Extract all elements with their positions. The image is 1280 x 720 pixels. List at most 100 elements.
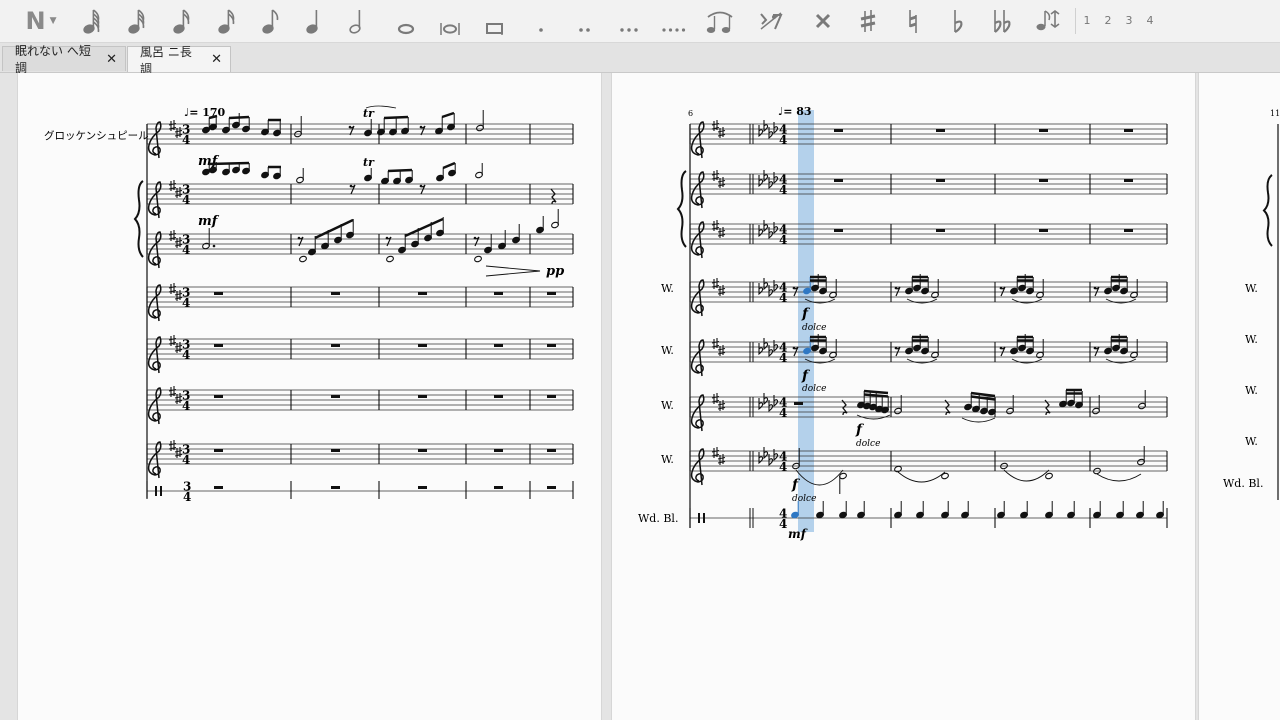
eighth-rest (894, 346, 898, 350)
measure-rest (936, 229, 945, 232)
measure-rest (1039, 229, 1048, 232)
measure-rest (547, 395, 556, 398)
time-signature: 4 (779, 460, 787, 474)
instrument-name: W. (661, 453, 674, 466)
dynamic-pp: pp (546, 264, 564, 279)
eighth-rest (349, 184, 353, 188)
measure-rest (936, 179, 945, 182)
time-signature: 4 (182, 193, 190, 207)
eighth-rest (999, 346, 1003, 350)
time-signature: 4 (182, 453, 190, 467)
time-signature: 4 (779, 406, 787, 420)
measure-rest (331, 486, 340, 489)
instrument-name: W. (1245, 282, 1258, 295)
beam (228, 115, 250, 120)
note-head (386, 255, 394, 263)
eighth-rest (385, 236, 389, 240)
beam (208, 161, 250, 166)
measure-rest (936, 129, 945, 132)
eighth-rest (792, 286, 796, 290)
measure-rest (834, 129, 843, 132)
instrument-name: W. (1245, 333, 1258, 346)
measure-rest (547, 449, 556, 452)
note-head (1045, 472, 1053, 480)
measure-number: 6 (688, 109, 693, 118)
measure-rest (214, 292, 223, 295)
instrument-name: W. (661, 282, 674, 295)
treble-clef-icon (147, 284, 162, 322)
measure-rest (418, 395, 427, 398)
expression-dolce: dolce (792, 494, 816, 504)
eighth-rest (999, 286, 1003, 290)
measure-rest (834, 179, 843, 182)
measure-rest (1039, 179, 1048, 182)
eighth-rest (1093, 286, 1097, 290)
time-signature: 4 (182, 243, 190, 257)
instrument-name-wood-block: Wd. Bl. (638, 512, 678, 525)
time-signature: 4 (779, 291, 787, 305)
treble-clef-icon (690, 339, 705, 377)
slur (1096, 473, 1142, 482)
percussion-clef-icon (160, 486, 162, 496)
measure-rest (547, 344, 556, 347)
eighth-rest (894, 286, 898, 290)
time-signature: 4 (182, 399, 190, 413)
measure-rest (494, 486, 503, 489)
measure-rest (1124, 179, 1133, 182)
percussion-clef-icon (703, 513, 705, 523)
measure-number: 11 (1270, 109, 1280, 118)
slur (1003, 469, 1050, 482)
slur (897, 471, 946, 483)
brace (133, 180, 144, 258)
eighth-rest (792, 346, 796, 350)
treble-clef-icon (690, 279, 705, 317)
note-head (474, 255, 482, 263)
beam (441, 111, 455, 119)
measure-rest (331, 449, 340, 452)
measure-rest (418, 344, 427, 347)
beam (387, 168, 413, 173)
time-signature: 4 (779, 517, 787, 531)
time-signature: 4 (779, 133, 787, 147)
beam (970, 391, 996, 398)
measure-rest (834, 229, 843, 232)
treble-clef-icon (690, 394, 705, 432)
instrument-name-glockenspiel: グロッケンシュピール (44, 129, 149, 142)
beam (863, 389, 889, 395)
measure-rest (214, 395, 223, 398)
treble-clef-icon (690, 221, 705, 259)
measure-rest (794, 402, 803, 405)
beam (383, 115, 409, 120)
beam (442, 161, 456, 170)
measure-rest (547, 292, 556, 295)
instrument-name: W. (1245, 435, 1258, 448)
measure-rest (547, 486, 556, 489)
measure-rest (331, 344, 340, 347)
time-signature: 4 (182, 296, 190, 310)
eighth-rest (297, 236, 301, 240)
percussion-clef-icon (155, 486, 157, 496)
note-head (941, 472, 949, 480)
expression-dolce: dolce (856, 439, 880, 449)
slur (961, 417, 996, 423)
brace (676, 170, 687, 248)
dynamic-mf: mf (788, 527, 808, 541)
measure-rest (494, 395, 503, 398)
augmentation-dot (212, 244, 216, 248)
measure-rest (1039, 129, 1048, 132)
instrument-name: W. (661, 344, 674, 357)
instrument-name: W. (661, 399, 674, 412)
dynamic-mf: mf (198, 214, 220, 229)
measure-rest (418, 292, 427, 295)
percussion-clef-icon (698, 513, 700, 523)
trill-mark: tr (363, 156, 375, 169)
expression-dolce: dolce (802, 384, 826, 394)
note-head (894, 465, 902, 473)
score-notation[interactable]: ♩= 170 グロッケンシュピール mf mf pp tr tr 6 ♩= 83… (0, 0, 1280, 720)
treble-clef-icon (690, 448, 705, 486)
treble-clef-icon (147, 231, 162, 269)
measure-rest (1124, 229, 1133, 232)
dynamic-f: f (855, 422, 865, 438)
measure-rest (214, 486, 223, 489)
tempo-marking: ♩= 83 (778, 105, 812, 118)
